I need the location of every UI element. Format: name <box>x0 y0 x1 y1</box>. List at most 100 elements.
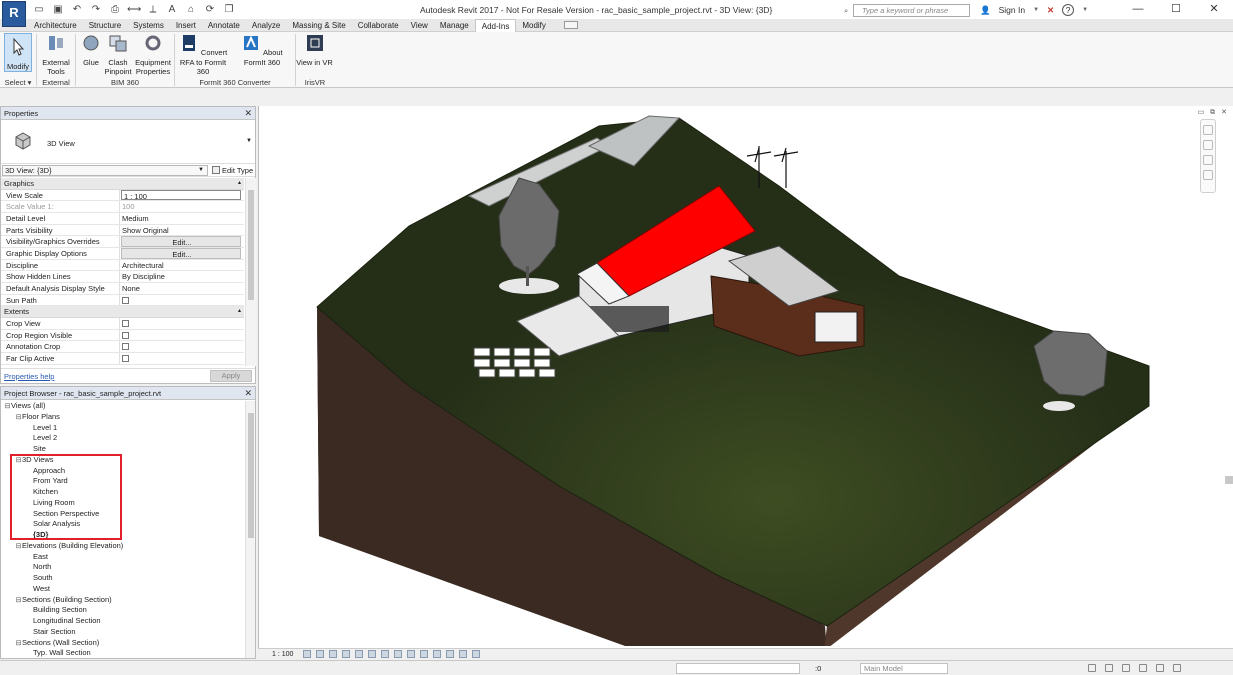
redo-icon[interactable]: ↷ <box>89 4 103 15</box>
properties-help-link[interactable]: Properties help <box>4 372 54 381</box>
tree-node[interactable]: Typ. Wall Section <box>1 648 245 658</box>
align-dimension-icon[interactable]: ⟂ <box>146 4 160 15</box>
group-extents[interactable]: Extents ▴ <box>1 306 244 319</box>
detail-level-icon[interactable] <box>303 650 311 658</box>
properties-scrollbar[interactable] <box>245 178 256 366</box>
glue-button[interactable]: Glue <box>80 33 102 67</box>
prop-value[interactable]: None <box>120 283 244 294</box>
3d-viewport[interactable]: ▭ ⧉ ✕ <box>258 106 1233 659</box>
exchange-apps-icon[interactable]: ✕ <box>1047 5 1054 16</box>
print-icon[interactable]: ⎙ <box>108 4 122 15</box>
view-window-controls[interactable]: ▭ ⧉ ✕ <box>1198 108 1229 117</box>
panel-select-label[interactable]: Select ▾ <box>0 78 36 88</box>
tab-massing-site[interactable]: Massing & Site <box>286 19 351 32</box>
browser-scrollbar[interactable] <box>245 401 255 658</box>
worksharing-icon[interactable] <box>433 650 441 658</box>
tree-node[interactable]: Level 2 <box>1 433 245 444</box>
steering-wheel-icon[interactable] <box>1203 140 1213 150</box>
lock-view-icon[interactable] <box>394 650 402 658</box>
sun-path-icon[interactable] <box>329 650 337 658</box>
view-scale-field[interactable]: 1 : 100 <box>121 189 241 201</box>
sign-in-button[interactable]: Sign In <box>999 5 1025 15</box>
shadows-icon[interactable] <box>342 650 350 658</box>
drag-elements-icon[interactable] <box>1156 664 1164 672</box>
prop-value[interactable]: Medium <box>120 213 244 224</box>
tree-node[interactable]: East <box>1 552 245 563</box>
user-icon[interactable]: 👤 <box>980 5 991 16</box>
crop-view-icon[interactable] <box>368 650 376 658</box>
tree-node[interactable]: ⊟Sections (Wall Section) <box>1 638 245 649</box>
tab-insert[interactable]: Insert <box>170 19 202 32</box>
search-input[interactable]: ⌕ Type a keyword or phrase <box>844 4 970 17</box>
zoom-icon[interactable] <box>1203 170 1213 180</box>
open-icon[interactable]: ▭ <box>32 4 46 15</box>
chevron-down-icon[interactable]: ▼ <box>1082 7 1088 13</box>
ribbon-minimize-toggle[interactable] <box>563 21 578 29</box>
tree-node[interactable]: ⊟Floor Plans <box>1 412 245 423</box>
pan-icon[interactable] <box>1203 155 1213 165</box>
viewcube-icon[interactable] <box>1203 125 1213 135</box>
navigation-bar[interactable] <box>1200 119 1216 193</box>
prop-value[interactable]: By Discipline <box>120 271 244 282</box>
chevron-down-icon[interactable]: ▼ <box>1033 7 1039 13</box>
far-clip-checkbox[interactable] <box>122 355 129 363</box>
equipment-properties-button[interactable]: Equipment Properties <box>134 33 172 77</box>
tree-node[interactable]: ⊟Views (all) <box>1 401 245 412</box>
reveal-hidden-icon[interactable] <box>420 650 428 658</box>
maximize-icon[interactable]: ☐ <box>1157 0 1195 20</box>
type-selector[interactable]: 3D View ▼ <box>1 120 255 164</box>
tab-architecture[interactable]: Architecture <box>28 19 83 32</box>
external-tools-button[interactable]: External Tools <box>40 33 72 77</box>
tab-systems[interactable]: Systems <box>127 19 170 32</box>
select-by-face-icon[interactable] <box>1139 664 1147 672</box>
vg-edit-button[interactable]: Edit... <box>121 236 241 248</box>
text-icon[interactable]: A <box>165 4 179 15</box>
help-button[interactable]: ? <box>1062 4 1075 16</box>
tree-node[interactable]: Building Section <box>1 605 245 616</box>
select-pinned-icon[interactable] <box>1122 664 1130 672</box>
temp-hide-icon[interactable] <box>407 650 415 658</box>
tab-view[interactable]: View <box>405 19 434 32</box>
prop-value[interactable]: Show Original <box>120 225 244 236</box>
tab-analyze[interactable]: Analyze <box>246 19 286 32</box>
collapse-bar-icon[interactable] <box>472 650 480 658</box>
apply-button[interactable]: Apply <box>210 370 252 382</box>
annotation-crop-checkbox[interactable] <box>122 343 129 351</box>
crop-region-icon[interactable] <box>381 650 389 658</box>
scrollbar-thumb[interactable] <box>248 190 254 300</box>
select-links-icon[interactable] <box>1088 664 1096 672</box>
tab-add-ins[interactable]: Add-Ins <box>474 19 517 32</box>
tab-structure[interactable]: Structure <box>83 19 127 32</box>
tree-node[interactable]: ⊟Sections (Building Section) <box>1 595 245 606</box>
tree-node[interactable]: South <box>1 573 245 584</box>
filter-icon[interactable] <box>1173 664 1181 672</box>
crop-view-checkbox[interactable] <box>122 320 129 328</box>
convert-rfa-button[interactable]: Convert RFA to FormIt 360 <box>178 33 228 77</box>
application-menu-button[interactable]: R <box>2 1 26 27</box>
visual-style-icon[interactable] <box>316 650 324 658</box>
switch-windows-icon[interactable]: ❐ <box>222 4 236 15</box>
tree-node[interactable]: ⊟Elevations (Building Elevation) <box>1 541 245 552</box>
tree-node[interactable]: Stair Section <box>1 627 245 638</box>
tree-node[interactable]: North <box>1 562 245 573</box>
view-in-vr-button[interactable]: View in VR <box>296 33 333 67</box>
tab-modify[interactable]: Modify <box>516 19 552 32</box>
clash-pinpoint-button[interactable]: Clash Pinpoint <box>103 33 133 77</box>
tree-node[interactable]: West <box>1 584 245 595</box>
workset-field[interactable] <box>676 663 800 674</box>
tree-node[interactable]: Longitudinal Section <box>1 616 245 627</box>
default-3d-view-icon[interactable]: ⌂ <box>184 4 198 15</box>
viewport-scrollbar[interactable] <box>1225 476 1233 484</box>
undo-icon[interactable]: ↶ <box>70 4 84 15</box>
graphic-display-edit-button[interactable]: Edit... <box>121 248 241 259</box>
view-scale[interactable]: 1 : 100 <box>272 649 293 660</box>
tree-node[interactable]: Level 1 <box>1 423 245 434</box>
minimize-icon[interactable]: — <box>1119 0 1157 20</box>
edit-type-button[interactable]: Edit Type <box>212 165 253 176</box>
about-formit-button[interactable]: About FormIt 360 <box>231 33 293 67</box>
instance-selector[interactable]: 3D View: {3D} ▼ <box>2 165 208 176</box>
save-icon[interactable]: ▣ <box>51 4 65 15</box>
prop-value[interactable]: Architectural <box>120 260 244 271</box>
sun-path-checkbox[interactable] <box>122 296 129 304</box>
select-underlay-icon[interactable] <box>1105 664 1113 672</box>
